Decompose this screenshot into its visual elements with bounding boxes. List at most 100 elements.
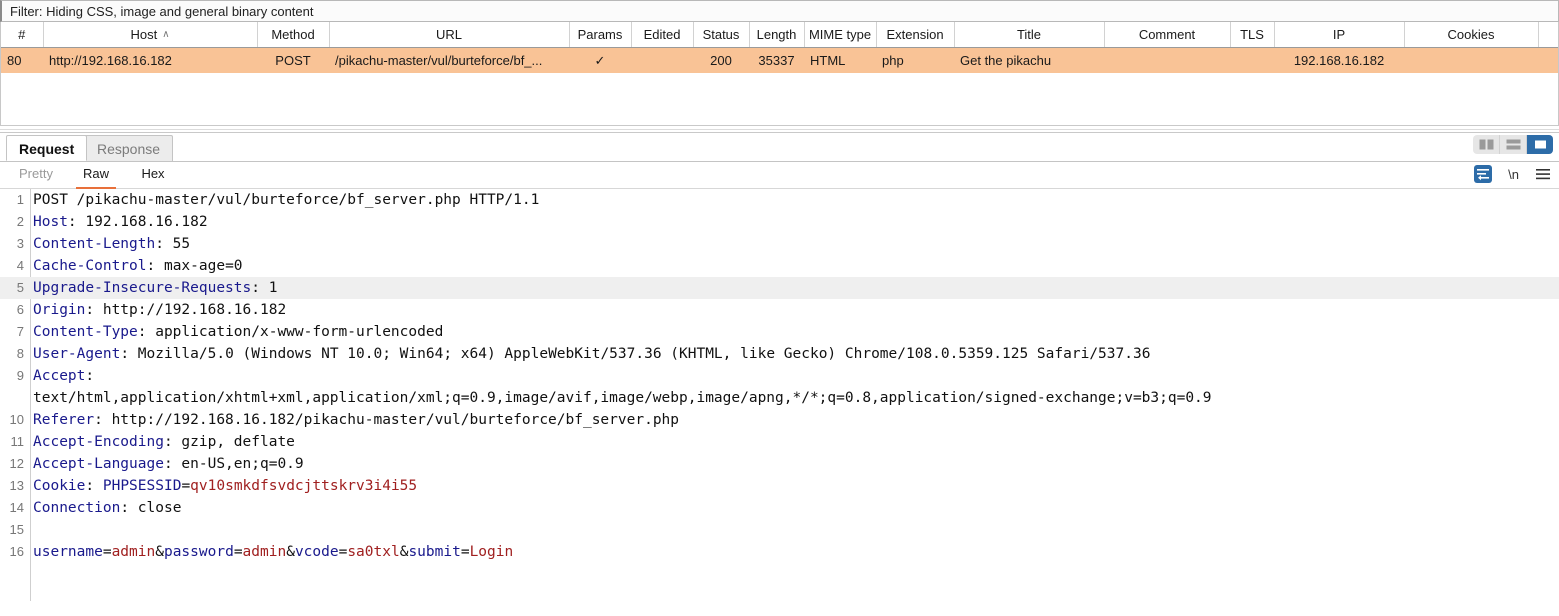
column-header-label: Comment [1138,27,1196,42]
column-header-label: IP [1332,27,1346,42]
table-body: 80 http://192.168.16.182 POST/pikachu-mast… [1,47,1558,98]
column-header-label: URL [435,27,462,42]
code-span: admin [242,544,287,560]
filter-bar[interactable]: Filter: Hiding CSS, image and general bi… [0,0,1559,22]
code-span: : http://192.168.16.182 [85,302,287,318]
column-header-label: MIME type [808,27,872,42]
cell-blank [1538,47,1558,73]
word-wrap-icon[interactable] [1474,165,1493,183]
code-span: : application/x-www-form-urlencoded [137,324,444,340]
column-header-label: Host [130,27,158,42]
column-header-tls[interactable]: TLS [1230,22,1275,48]
column-header-extension[interactable]: Extension [876,22,955,48]
tab-request[interactable]: Request [6,135,88,161]
code-span: sa0txl [347,544,400,560]
line-number: 6 [16,302,24,317]
code-span: User-Agent [33,346,121,362]
column-header-comment[interactable]: Comment [1104,22,1231,48]
code-span: : 1 [251,280,278,296]
column-header-status[interactable]: Status [693,22,750,48]
code-span: Accept-Encoding [33,434,164,450]
column-header-ip[interactable]: IP [1274,22,1405,48]
cell-title: Get the pikachu [954,47,1104,73]
tab-pretty[interactable]: Pretty [14,162,58,187]
cell-params: ✓ [569,47,631,73]
line-number: 14 [9,500,24,515]
column-header-title[interactable]: Title [954,22,1105,48]
line-number: 12 [9,456,24,471]
code-span: vcode [294,544,339,560]
code-line: 5 Upgrade-Insecure-Requests: 1 [0,277,1559,299]
column-header-cookies[interactable]: Cookies [1404,22,1539,48]
code-span: Cache-Control [33,258,147,274]
column-header-length[interactable]: Length [749,22,805,48]
hamburger-menu-icon[interactable] [1535,167,1551,181]
line-number: 3 [16,236,24,251]
column-header-label: # [18,27,26,42]
layout-button-group [1473,135,1553,154]
code-span: : en-US,en;q=0.9 [163,456,304,472]
tab-request-label: Request [19,141,75,157]
column-header-edited[interactable]: Edited [631,22,694,48]
tab-hex[interactable]: Hex [134,162,172,187]
code-span: Accept [33,368,86,384]
column-header-mime-type[interactable]: MIME type [804,22,877,48]
cell-comment [1104,47,1230,73]
column-header-label: Status [702,27,740,42]
code-span: = [102,544,112,560]
code-span: : gzip, deflate [163,434,295,450]
http-history-table-container: # Host ∧ Method URL Params Edited Status Length M… [0,22,1559,125]
newline-icon[interactable]: \n [1508,167,1519,182]
code-line: 14 Connection: close [0,497,1559,519]
sort-ascending-icon: ∧ [162,29,170,40]
cell-url: /pikachu-master/vul/burteforce/bf_... [329,47,569,73]
side-by-side-layout-icon[interactable] [1473,135,1500,154]
cell-length: 35337 [749,47,804,73]
column-header-host[interactable]: Host ∧ [43,22,258,48]
code-line: 2 Host: 192.168.16.182 [0,211,1559,233]
tab-response[interactable]: Response [84,135,174,161]
column-header-method[interactable]: Method [257,22,330,48]
code-span: PHPSESSID [102,478,182,494]
code-span: : 192.168.16.182 [67,214,208,230]
tab-raw[interactable]: Raw [76,162,116,189]
code-span: admin [111,544,156,560]
code-line: text/html,application/xhtml+xml,applicat… [0,387,1559,409]
column-header-params[interactable]: Params [569,22,632,48]
code-span: = [460,544,470,560]
tab-pretty-label: Pretty [19,166,53,181]
line-number: 4 [16,258,24,273]
raw-request-editor[interactable]: 1 POST /pikachu-master/vul/burteforce/bf_… [0,189,1559,601]
line-number: 16 [9,544,24,559]
code-span: Origin [33,302,86,318]
column-header-label: Length [756,27,797,42]
code-line: 12 Accept-Language: en-US,en;q=0.9 [0,453,1559,475]
code-line: 1 POST /pikachu-master/vul/burteforce/bf_… [0,189,1559,211]
column-header--[interactable]: # [1,22,44,48]
column-header-label: Cookies [1447,27,1495,42]
table-row[interactable]: 80 http://192.168.16.182 POST/pikachu-mast… [1,47,1558,73]
pane-splitter[interactable] [0,125,1559,133]
line-number: 1 [16,192,24,207]
column-header-blank[interactable] [1538,22,1558,48]
code-line: 7 Content-Type: application/x-www-form-ur… [0,321,1559,343]
stacked-layout-icon[interactable] [1500,135,1527,154]
view-mode-tabs-bar: Pretty Raw Hex \n [0,162,1559,189]
code-span: password [163,544,234,560]
cell-status: 200 [693,47,749,73]
column-header-url[interactable]: URL [329,22,570,48]
code-span: POST /pikachu-master/vul/burteforce/bf_s… [33,192,540,208]
code-span: Upgrade-Insecure-Requests [33,280,252,296]
line-number: 2 [16,214,24,229]
code-span: Content-Type [33,324,138,340]
code-span: & [155,544,164,560]
line-number: 9 [16,368,24,383]
code-line: 11 Accept-Encoding: gzip, deflate [0,431,1559,453]
cell-extension: php [876,47,954,73]
code-span: : Mozilla/5.0 (Windows NT 10.0; Win64; x… [120,346,1151,362]
line-number: 7 [16,324,24,339]
cell-edited [631,47,693,73]
code-line: 4 Cache-Control: max-age=0 [0,255,1559,277]
code-span: Content-Length [33,236,156,252]
single-pane-layout-icon[interactable] [1527,135,1553,154]
